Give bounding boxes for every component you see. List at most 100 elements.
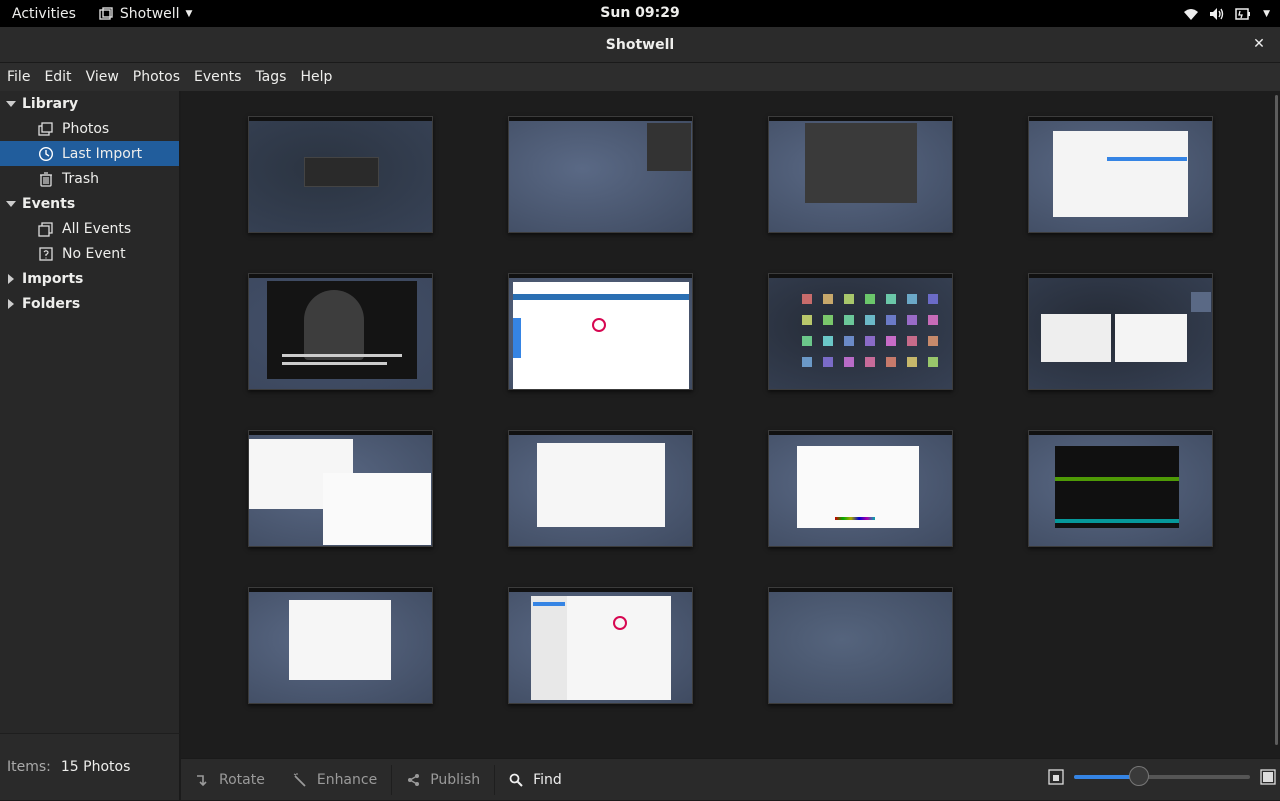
thumbnail-topbar [769,274,952,278]
publish-button[interactable]: Publish [392,759,494,801]
menu-edit[interactable]: Edit [37,69,78,85]
photo-thumbnail[interactable] [248,116,433,233]
thumbnail-topbar [1029,117,1212,121]
photo-thumbnail[interactable] [1028,430,1213,547]
rotate-icon [197,774,207,786]
menu-help[interactable]: Help [293,69,339,85]
events-icon [38,221,54,237]
sidebar-item-label: Events [22,195,76,212]
photo-thumbnail[interactable] [508,116,693,233]
menu-tags[interactable]: Tags [248,69,293,85]
publish-label: Publish [430,771,481,788]
sidebar-item-trash[interactable]: Trash [0,166,179,191]
magic-wand-icon [293,772,306,787]
thumbnail-topbar [249,117,432,121]
photo-thumbnail[interactable] [508,273,693,390]
photo-grid [181,91,1280,758]
zoom-out-image-icon[interactable] [1048,769,1064,785]
photo-thumbnail[interactable] [1028,273,1213,390]
enhance-button[interactable]: Enhance [279,759,391,801]
window-header-bar: Shotwell ✕ [0,27,1280,63]
sidebar-item-library[interactable]: Library [0,91,179,116]
photo-thumbnail[interactable] [508,430,693,547]
photo-thumbnail[interactable] [248,273,433,390]
thumbnail-topbar [249,431,432,435]
scrollbar[interactable] [1275,95,1278,745]
rotate-button[interactable]: Rotate [181,759,279,801]
wifi-icon [1184,8,1199,20]
photo-thumbnail[interactable] [768,430,953,547]
thumbnail-topbar [509,117,692,121]
thumbnail-topbar [249,588,432,592]
photo-thumbnail[interactable] [768,273,953,390]
photo-thumbnail[interactable] [248,430,433,547]
menu-photos[interactable]: Photos [126,69,187,85]
gnome-top-bar: Activities Shotwell ▼ Sun 09:29 ▼ [0,0,1280,27]
sidebar-item-label: Library [22,95,79,112]
photo-thumbnail[interactable] [768,587,953,704]
thumbnail-topbar [509,588,692,592]
photo-thumbnail[interactable] [248,587,433,704]
find-label: Find [533,771,562,788]
enhance-label: Enhance [316,771,378,788]
sidebar-item-label: Last Import [62,145,143,162]
rotate-label: Rotate [219,771,265,788]
sidebar-item-label: Trash [62,170,99,187]
photo-thumbnail[interactable] [1028,116,1213,233]
search-icon [509,773,523,787]
shotwell-app-icon [99,6,113,20]
menu-view[interactable]: View [79,69,126,85]
status-bar: Items: 15 Photos [0,733,180,800]
sidebar-item-imports[interactable]: Imports [0,266,179,291]
publish-icon [408,773,420,786]
menu-file[interactable]: File [0,69,37,85]
system-tray[interactable]: ▼ [1183,0,1270,27]
sidebar-item-label: Imports [22,270,84,287]
sidebar-item-label: No Event [62,245,126,262]
menu-events[interactable]: Events [187,69,248,85]
sidebar: Library Photos Last Import Trash Events … [0,91,180,733]
expander-down-icon[interactable] [6,199,16,209]
thumbnail-topbar [249,274,432,278]
sidebar-item-no-event[interactable]: No Event [0,241,179,266]
sidebar-item-events[interactable]: Events [0,191,179,216]
photo-thumbnail[interactable] [768,116,953,233]
system-menu-caret-icon: ▼ [1263,8,1270,19]
volume-icon [1210,7,1224,20]
clock-icon [38,146,54,162]
thumbnail-topbar [769,588,952,592]
no-event-icon [38,246,54,262]
activities-button[interactable]: Activities [0,6,88,22]
expander-right-icon[interactable] [6,298,16,309]
thumbnail-topbar [1029,274,1212,278]
battery-icon [1235,7,1251,20]
app-menu-button[interactable]: Shotwell ▼ [88,5,193,22]
sidebar-item-label: All Events [62,220,132,237]
items-label: Items: [7,759,51,775]
clock[interactable]: Sun 09:29 [600,5,679,21]
thumbnail-topbar [509,274,692,278]
find-button[interactable]: Find [495,759,576,801]
photos-icon [38,121,54,137]
bottom-toolbar: Rotate Enhance Publish Find [181,758,1280,800]
zoom-slider[interactable] [1074,766,1250,786]
sidebar-item-folders[interactable]: Folders [0,291,179,316]
expander-right-icon[interactable] [6,273,16,284]
sidebar-item-all-events[interactable]: All Events [0,216,179,241]
sidebar-item-label: Folders [22,295,81,312]
zoom-slider-handle[interactable] [1129,766,1150,786]
expander-down-icon[interactable] [6,99,16,109]
thumbnail-topbar [769,117,952,121]
app-menu-label: Shotwell [119,5,180,22]
trash-icon [38,171,54,187]
chevron-down-icon: ▼ [185,8,193,19]
close-icon[interactable]: ✕ [1250,35,1268,53]
zoom-control [1048,766,1276,786]
thumbnail-topbar [769,431,952,435]
thumbnail-topbar [1029,431,1212,435]
sidebar-item-last-import[interactable]: Last Import [0,141,179,166]
menu-bar: File Edit View Photos Events Tags Help [0,63,1280,91]
photo-thumbnail[interactable] [508,587,693,704]
sidebar-item-photos[interactable]: Photos [0,116,179,141]
zoom-in-image-icon[interactable] [1260,769,1276,785]
